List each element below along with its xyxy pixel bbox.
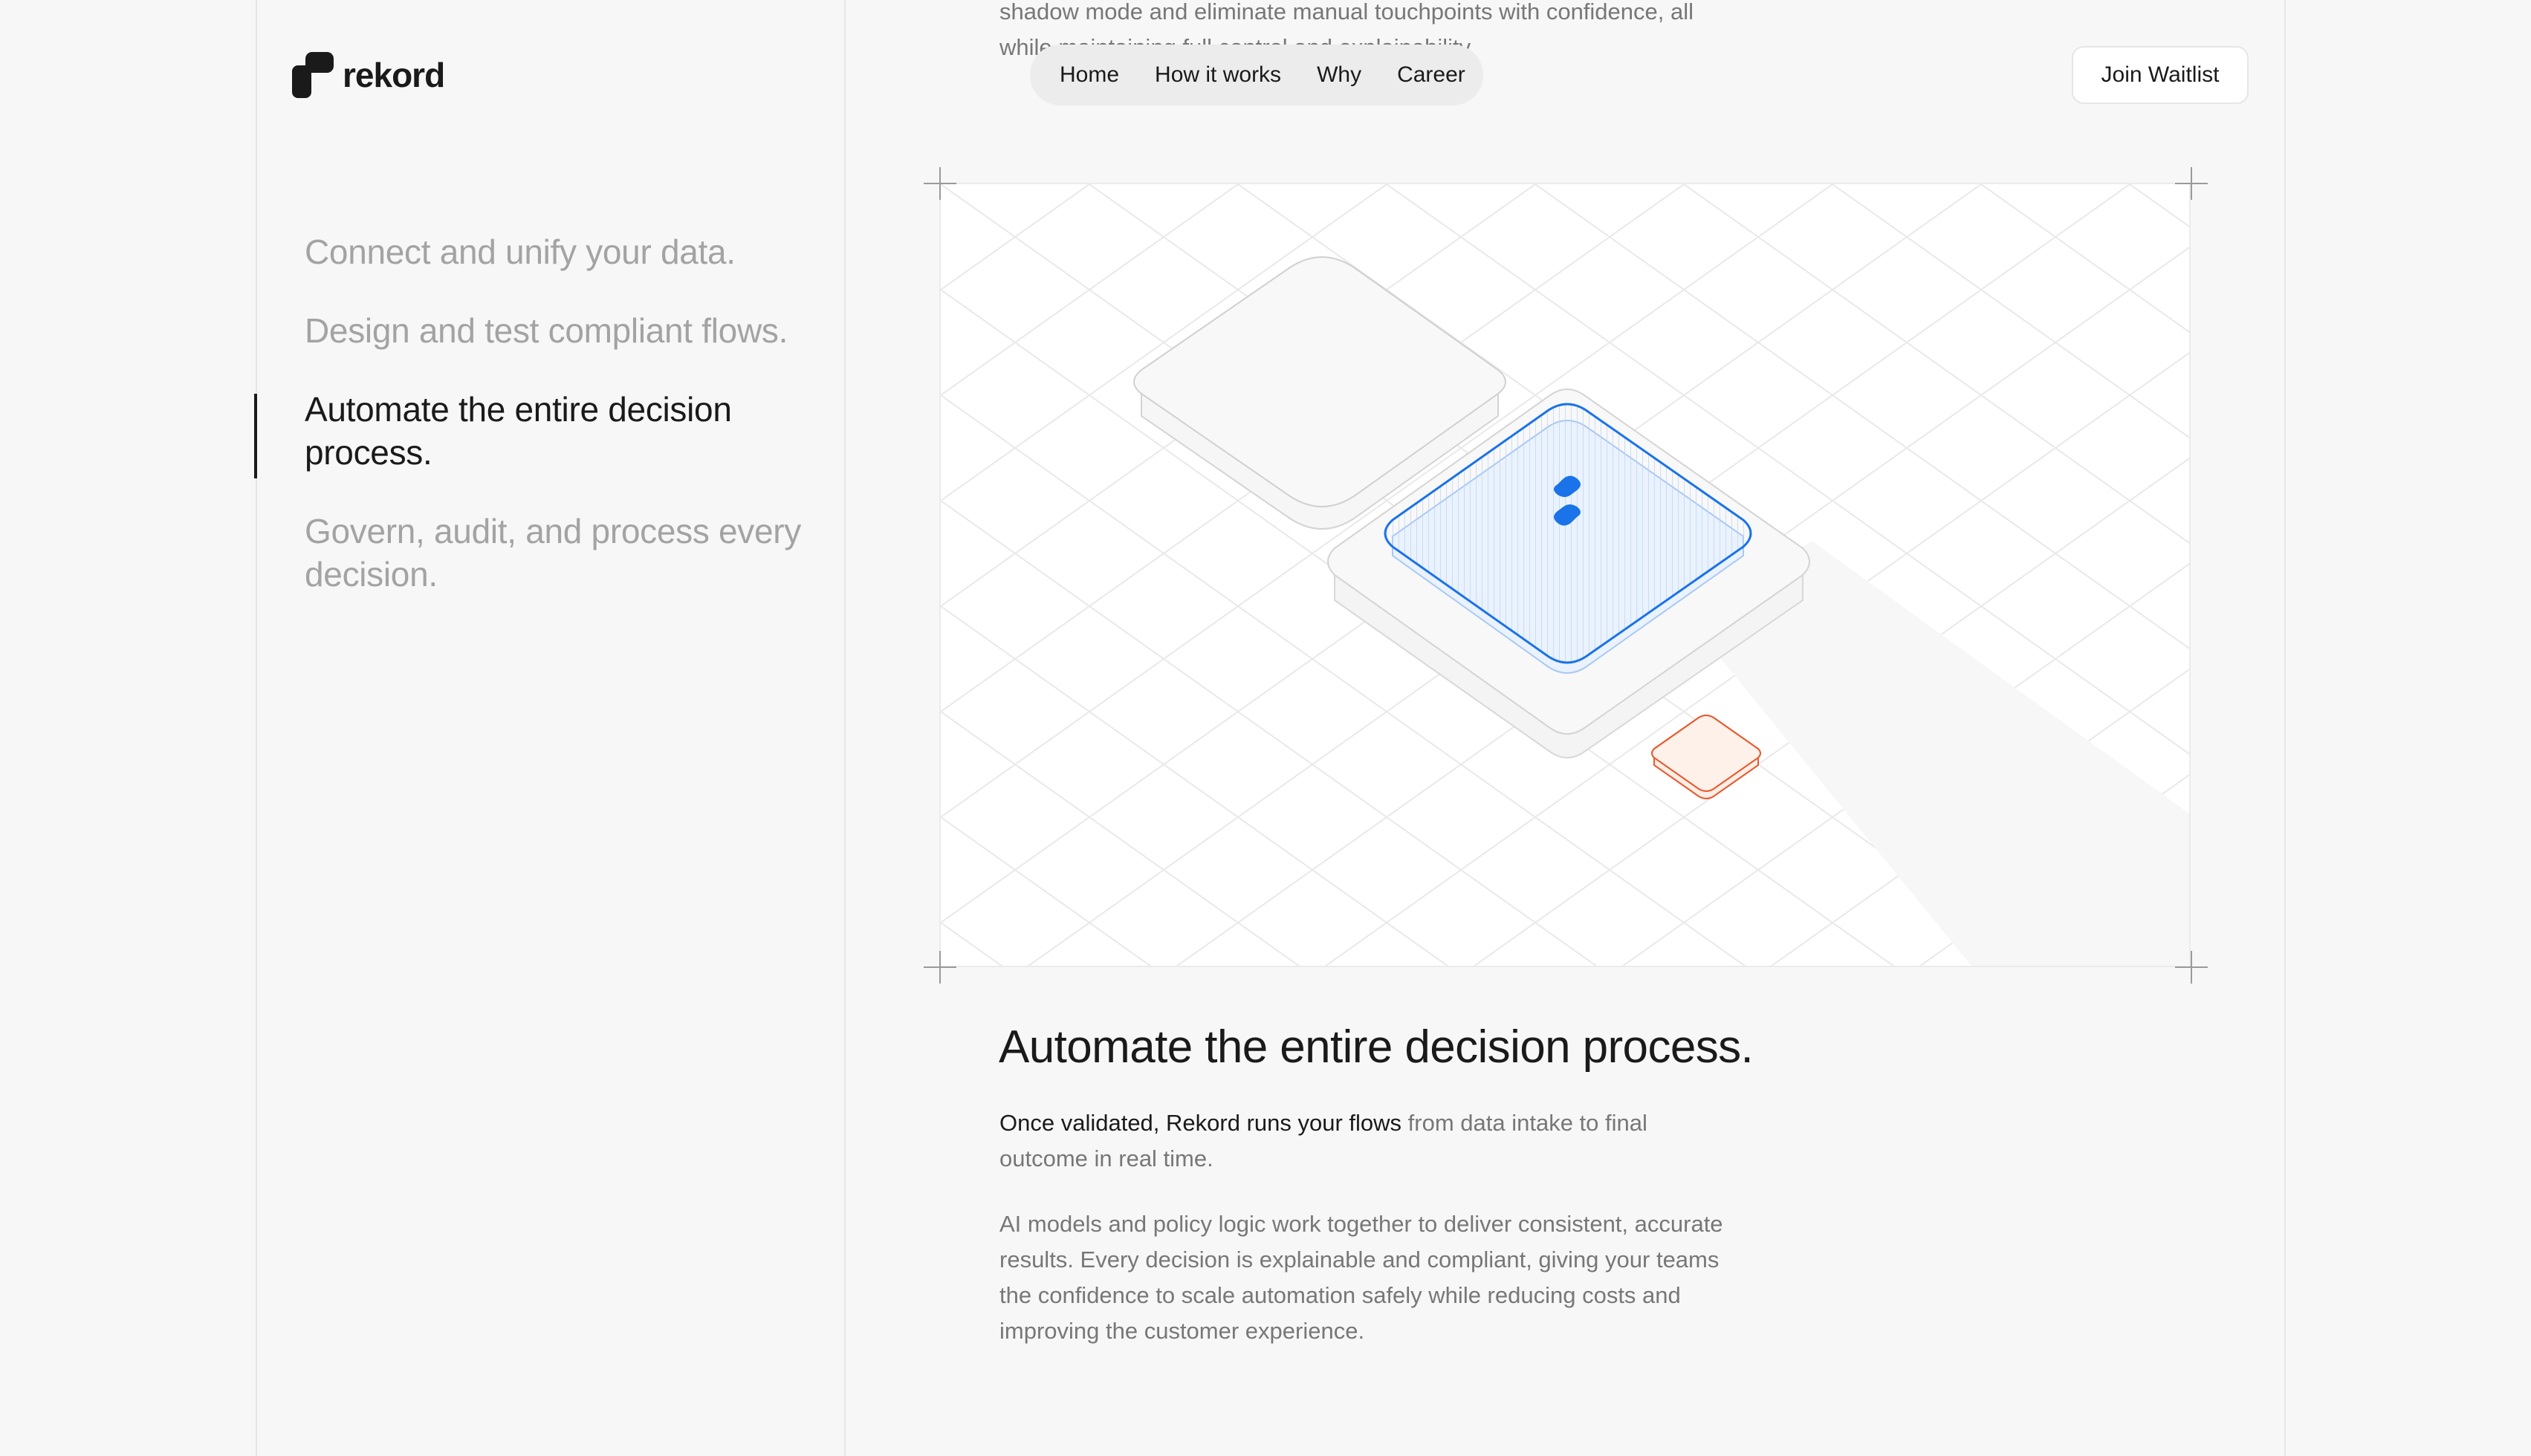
top-nav: Home How it works Why Career — [1030, 45, 1483, 105]
corner-marker — [2175, 167, 2208, 200]
step-list: Connect and unify your data. Design and … — [305, 230, 825, 631]
nav-home[interactable]: Home — [1060, 62, 1119, 88]
column-divider — [256, 0, 257, 1456]
column-divider — [2284, 0, 2286, 1456]
isometric-illustration — [941, 184, 2189, 966]
join-waitlist-button[interactable]: Join Waitlist — [2072, 46, 2249, 104]
page: rekord Connect and unify your data. Desi… — [0, 0, 2531, 1456]
rekord-logo-icon — [292, 52, 334, 98]
section-heading: Automate the entire decision process. — [999, 1021, 1754, 1073]
nav-why[interactable]: Why — [1317, 62, 1361, 88]
step-automate[interactable]: Automate the entire decision process. — [305, 388, 825, 474]
intro-strong: Once validated, Rekord runs your flows — [999, 1110, 1402, 1136]
illustration-canvas — [939, 183, 2191, 967]
section-body: AI models and policy logic work together… — [999, 1211, 1723, 1344]
step-design[interactable]: Design and test compliant flows. — [305, 309, 825, 352]
section-intro: Once validated, Rekord runs your flows f… — [999, 1105, 1698, 1177]
brand-name: rekord — [343, 56, 445, 94]
corner-marker — [924, 951, 956, 984]
active-step-indicator — [254, 394, 257, 478]
step-govern[interactable]: Govern, audit, and process every decisio… — [305, 510, 825, 596]
nav-how-it-works[interactable]: How it works — [1155, 62, 1281, 88]
corner-marker — [2175, 951, 2208, 984]
logo[interactable]: rekord — [292, 52, 445, 98]
column-divider — [844, 0, 846, 1456]
step-connect[interactable]: Connect and unify your data. — [305, 230, 825, 273]
nav-career[interactable]: Career — [1397, 62, 1465, 88]
corner-marker — [924, 167, 956, 200]
